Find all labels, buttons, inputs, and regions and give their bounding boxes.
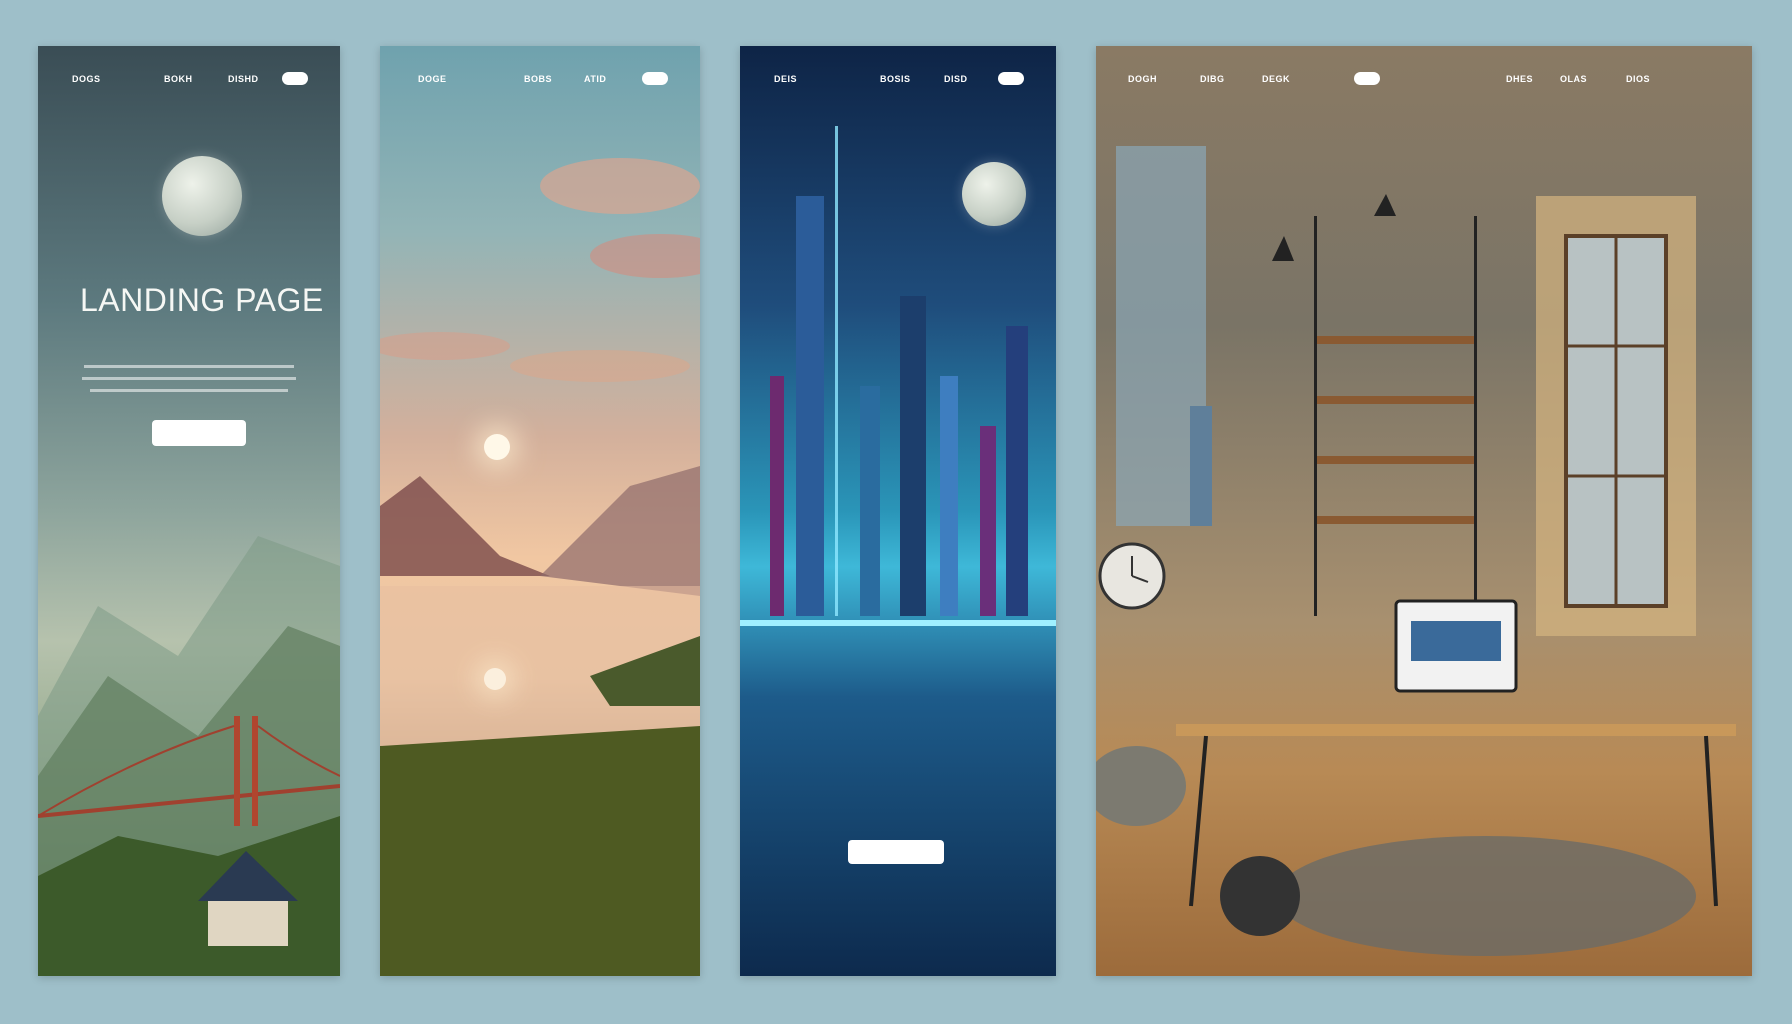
nav-bar: DEIS BOSIS DISD [740,72,1056,90]
lamp-icon [1272,236,1294,261]
nav-link-6[interactable]: DIOS [1626,74,1650,84]
moon-icon [162,156,242,236]
mountain-scene [38,536,340,976]
nav-link-2[interactable]: BOBS [524,74,552,84]
nav-link-3[interactable]: ATID [584,74,606,84]
nav-link-3[interactable]: DEGK [1262,74,1290,84]
landing-panel-workspace: DOGH DIBG DEGK DHES OLAS DIOS [1096,46,1752,976]
nav-pill-button[interactable] [998,72,1024,85]
nav-link-5[interactable]: OLAS [1560,74,1587,84]
page-title: LANDING PAGE [80,282,324,318]
landing-panel-mountains: DOGS BOKH DISHD LANDING PAGE [38,46,340,976]
nav-link-1[interactable]: DOGE [418,74,447,84]
body-copy [74,362,304,401]
nav-pill-button[interactable] [642,72,668,85]
sun-reflection [484,668,506,690]
nav-bar: DOGH DIBG DEGK DHES OLAS DIOS [1096,72,1752,90]
cloud-layer [380,158,700,382]
nav-link-2[interactable]: BOKH [164,74,193,84]
nav-link-2[interactable]: DIBG [1200,74,1225,84]
landing-panel-sunset: DOGE BOBS ATID [380,46,700,976]
lake-scene [380,466,700,976]
nav-link-3[interactable]: DISD [944,74,968,84]
nav-link-1[interactable]: DOGH [1128,74,1157,84]
nav-link-1[interactable]: DEIS [774,74,797,84]
body-line-3 [90,389,288,392]
nav-bar: DOGS BOKH DISHD [38,72,340,90]
nav-link-1[interactable]: DOGS [72,74,101,84]
nav-bar: DOGE BOBS ATID [380,72,700,90]
body-line-2 [82,377,296,380]
nav-pill-button[interactable] [1354,72,1380,85]
workspace-scene [1096,146,1736,956]
nav-link-4[interactable]: DHES [1506,74,1533,84]
nav-pill-button[interactable] [282,72,308,85]
cta-button[interactable] [152,420,246,446]
cta-button[interactable] [848,840,944,864]
skyline [740,126,1056,626]
nav-link-2[interactable]: BOSIS [880,74,911,84]
landing-panel-city: DEIS BOSIS DISD [740,46,1056,976]
city-headline [810,758,990,770]
nav-link-3[interactable]: DISHD [228,74,259,84]
body-line-1 [84,365,294,368]
